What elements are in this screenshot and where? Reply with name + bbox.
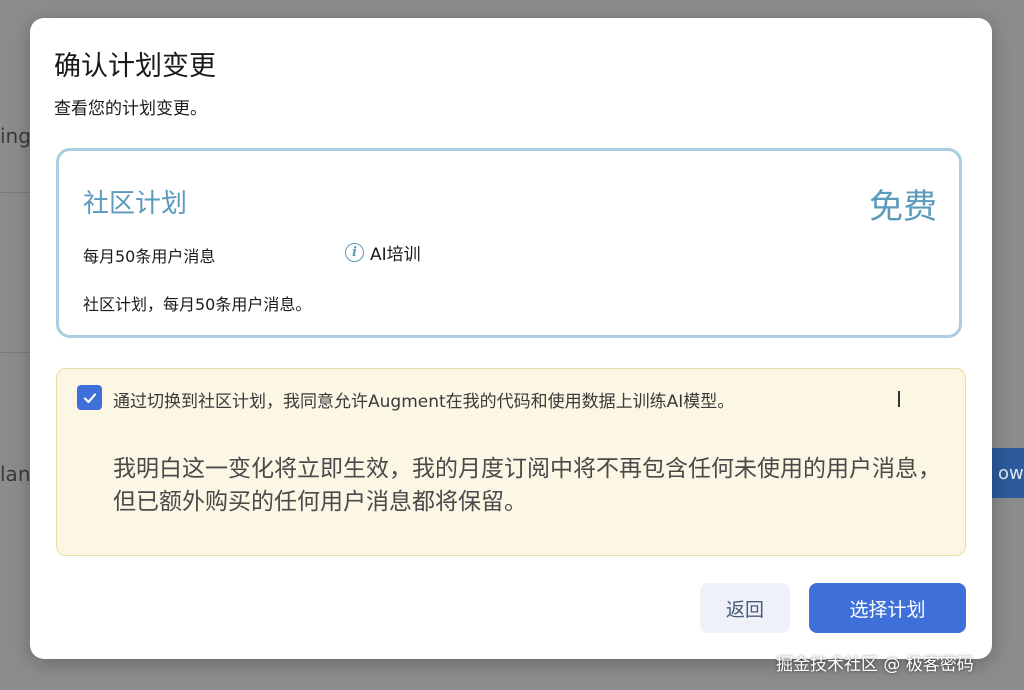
confirm-plan-change-dialog: 确认计划变更 查看您的计划变更。 社区计划 免费 每月50条用户消息 i AI培… [30,18,992,659]
info-icon[interactable]: i [345,243,364,262]
plan-info-label: AI培训 [370,245,421,265]
change-notice: 我明白这一变化将立即生效，我的月度订阅中将不再包含任何未使用的用户消息，但已额外… [113,456,941,515]
text-cursor [898,391,900,407]
background-text-fragment: ing [0,124,31,148]
plan-name: 社区计划 [83,189,188,219]
dialog-subtitle: 查看您的计划变更。 [54,99,207,119]
consent-checkbox-label[interactable]: 通过切换到社区计划，我同意允许Augment在我的代码和使用数据上训练AI模型。 [113,387,734,412]
background-button-fragment: ow [992,448,1024,498]
plan-info-item[interactable]: i AI培训 [345,240,421,265]
plan-price: 免费 [869,187,937,227]
background-text-fragment: lan [0,462,31,486]
checkmark-icon [83,392,96,403]
plan-feature: 每月50条用户消息 [83,247,216,266]
background-divider [0,192,30,193]
plan-card: 社区计划 免费 每月50条用户消息 i AI培训 社区计划，每月50条用户消息。 [56,148,962,338]
consent-box: 通过切换到社区计划，我同意允许Augment在我的代码和使用数据上训练AI模型。… [56,368,966,556]
dialog-title: 确认计划变更 [54,51,216,82]
consent-checkbox[interactable] [77,385,102,410]
background-divider [0,352,30,353]
select-plan-button[interactable]: 选择计划 [809,583,966,633]
plan-description: 社区计划，每月50条用户消息。 [83,295,312,314]
watermark: 掘金技术社区 @ 极客密码 [776,655,974,675]
back-button[interactable]: 返回 [700,583,790,633]
